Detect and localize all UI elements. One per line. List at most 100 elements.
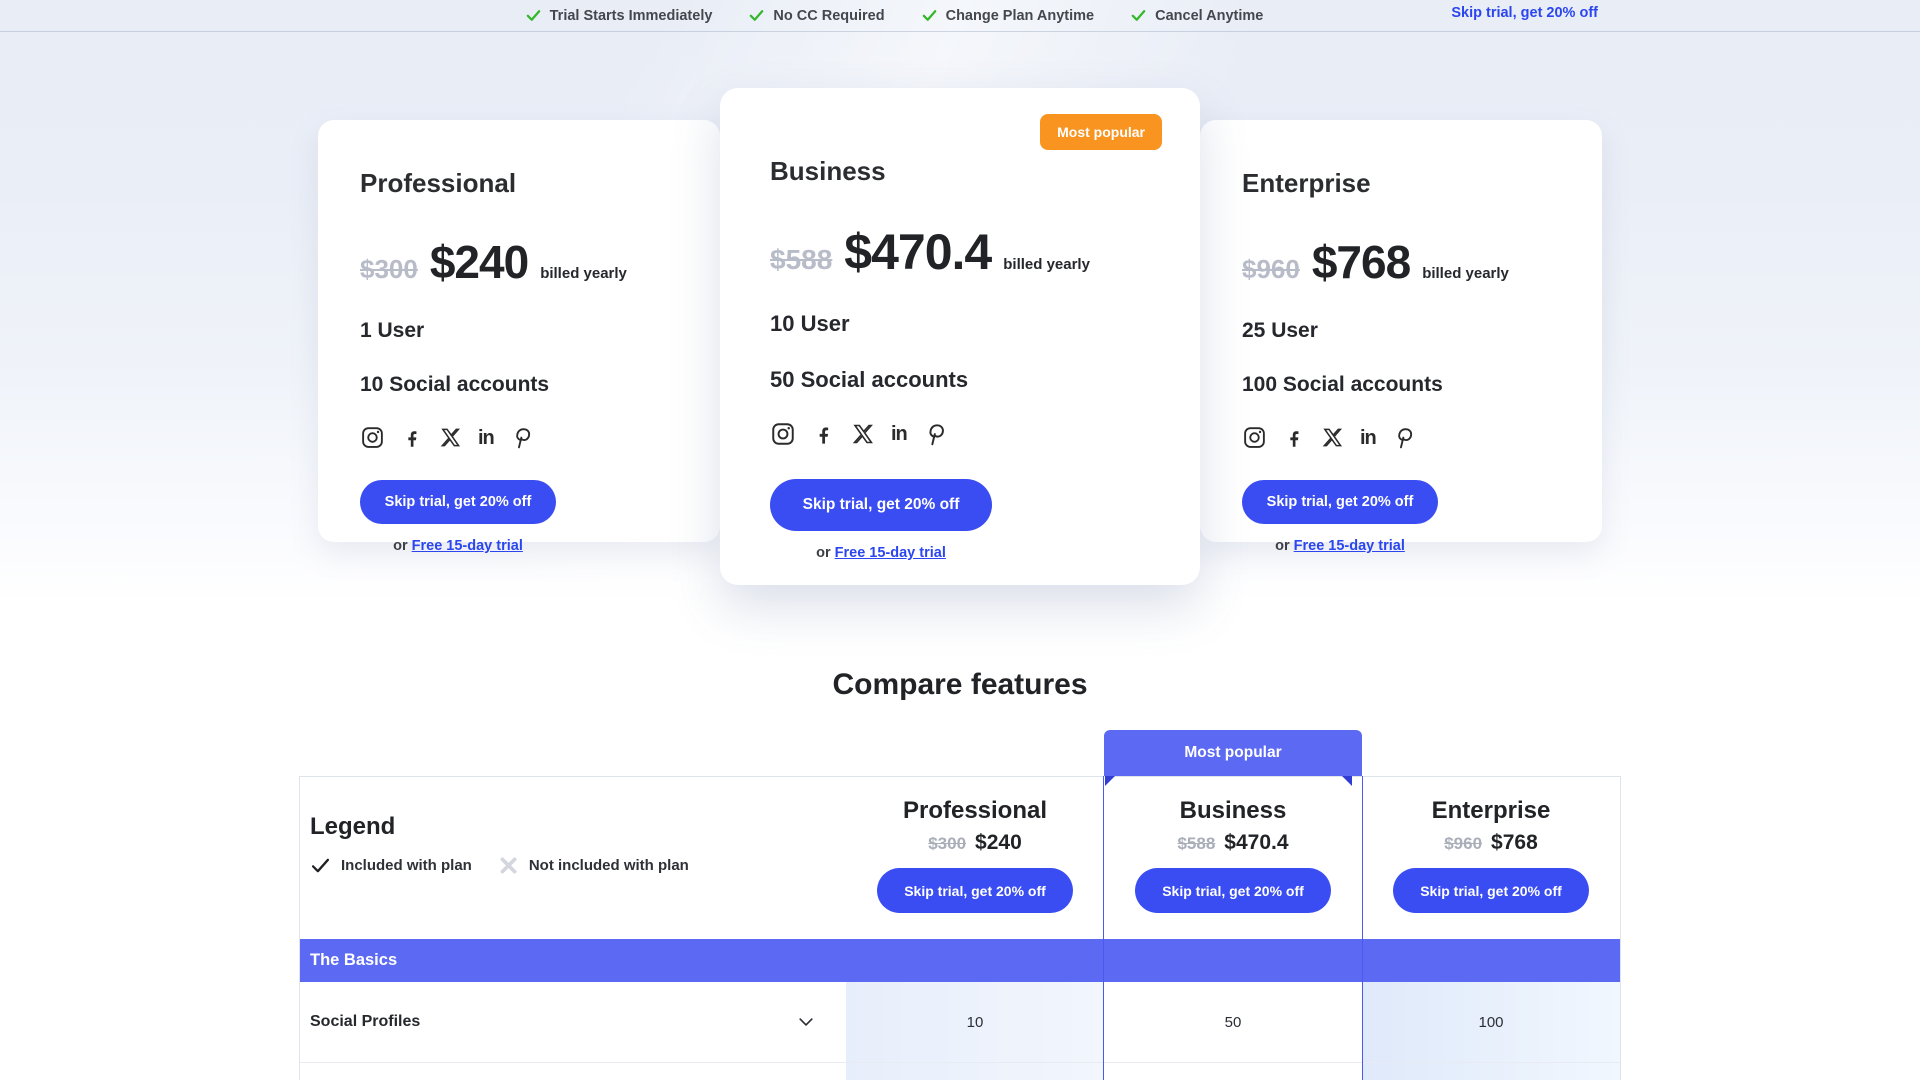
value-cell: 10 xyxy=(846,982,1104,1063)
check-icon xyxy=(1130,7,1147,24)
hero-section: Trial Starts Immediately No CC Required … xyxy=(0,0,1920,605)
plan-users: 25 User xyxy=(1242,319,1568,343)
plan-card-professional: Professional $300 $240 billed yearly 1 U… xyxy=(318,120,720,542)
column-name: Business xyxy=(1180,797,1287,825)
column-old-price: $960 xyxy=(1444,834,1482,854)
pinterest-icon xyxy=(510,425,535,450)
skip-trial-button[interactable]: Skip trial, get 20% off xyxy=(877,868,1073,913)
plan-cards: Professional $300 $240 billed yearly 1 U… xyxy=(318,88,1602,585)
column-header-business: Business $588 $470.4 Skip trial, get 20%… xyxy=(1104,777,1362,939)
value-cell: Unlimited xyxy=(846,1063,1104,1080)
feature-row-social-profiles[interactable]: Social Profiles xyxy=(300,982,846,1063)
column-old-price: $588 xyxy=(1177,834,1215,854)
section-header-the-basics: The Basics xyxy=(300,939,1620,982)
tab-fold-left xyxy=(1105,776,1115,786)
price: $470.4 xyxy=(844,223,991,281)
compare-table: Most popular Legend Included with plan N… xyxy=(299,776,1621,1080)
price: $240 xyxy=(430,235,528,289)
top-benefits-bar: Trial Starts Immediately No CC Required … xyxy=(0,0,1920,31)
legend-included-label: Included with plan xyxy=(341,857,472,874)
linkedin-icon: in xyxy=(891,424,907,444)
benefit-list: Trial Starts Immediately No CC Required … xyxy=(525,7,1264,24)
value-cell: Unlimited xyxy=(1104,1063,1362,1080)
skip-trial-button[interactable]: Skip trial, get 20% off xyxy=(360,480,556,524)
legend: Legend Included with plan Not included w… xyxy=(300,777,846,939)
billing-period: billed yearly xyxy=(540,265,627,282)
plan-accounts: 100 Social accounts xyxy=(1242,373,1568,397)
chevron-down-icon[interactable] xyxy=(796,1012,816,1032)
benefit-label: Trial Starts Immediately xyxy=(550,8,713,24)
linkedin-icon: in xyxy=(1360,428,1376,448)
facebook-icon xyxy=(812,423,835,446)
billing-period: billed yearly xyxy=(1003,256,1090,273)
x-icon xyxy=(851,422,875,446)
facebook-icon xyxy=(401,427,423,449)
linkedin-icon: in xyxy=(478,428,494,448)
column-old-price: $300 xyxy=(928,834,966,854)
legend-title: Legend xyxy=(310,813,395,841)
plan-name: Business xyxy=(770,156,1154,187)
tab-fold-right xyxy=(1342,776,1352,786)
skip-trial-header-link[interactable]: Skip trial, get 20% off xyxy=(1451,5,1598,21)
legend-not-included: Not included with plan xyxy=(498,855,689,876)
plan-accounts: 50 Social accounts xyxy=(770,367,1154,393)
x-icon xyxy=(1321,426,1344,449)
column-header-enterprise: Enterprise $960 $768 Skip trial, get 20%… xyxy=(1362,777,1620,939)
check-icon xyxy=(921,7,938,24)
benefit-label: Change Plan Anytime xyxy=(946,8,1095,24)
or-label: or xyxy=(393,538,408,554)
benefit-label: Cancel Anytime xyxy=(1155,8,1263,24)
check-icon xyxy=(748,7,765,24)
column-price: $470.4 xyxy=(1224,831,1288,855)
old-price: $588 xyxy=(770,244,832,276)
plan-accounts: 10 Social accounts xyxy=(360,373,686,397)
column-header-professional: Professional $300 $240 Skip trial, get 2… xyxy=(846,777,1104,939)
column-price: $240 xyxy=(975,831,1022,855)
old-price: $960 xyxy=(1242,254,1300,285)
benefit-item: Trial Starts Immediately xyxy=(525,7,713,24)
or-label: or xyxy=(1275,538,1290,554)
value-cell: 100 xyxy=(1362,982,1620,1063)
check-icon xyxy=(310,855,331,876)
benefit-item: Change Plan Anytime xyxy=(921,7,1095,24)
instagram-icon xyxy=(770,421,796,447)
value-cell: Unlimited xyxy=(1362,1063,1620,1080)
free-trial-link[interactable]: Free 15-day trial xyxy=(835,545,946,561)
most-popular-tab: Most popular xyxy=(1104,730,1362,776)
instagram-icon xyxy=(360,425,385,450)
social-icons-row: in xyxy=(360,425,686,450)
price: $768 xyxy=(1312,235,1410,289)
compare-features-title: Compare features xyxy=(0,668,1920,702)
legend-included: Included with plan xyxy=(310,855,472,876)
billing-period: billed yearly xyxy=(1422,265,1509,282)
plan-card-enterprise: Enterprise $960 $768 billed yearly 25 Us… xyxy=(1200,120,1602,542)
social-icons-row: in xyxy=(1242,425,1568,450)
plan-card-business: Most popular Business $588 $470.4 billed… xyxy=(720,88,1200,585)
plan-name: Enterprise xyxy=(1242,168,1568,199)
skip-trial-button[interactable]: Skip trial, get 20% off xyxy=(1393,868,1589,913)
skip-trial-button[interactable]: Skip trial, get 20% off xyxy=(770,479,992,531)
plan-name: Professional xyxy=(360,168,686,199)
feature-label: Social Profiles xyxy=(310,1013,420,1031)
legend-not-included-label: Not included with plan xyxy=(529,857,689,874)
cross-icon xyxy=(498,855,519,876)
or-label: or xyxy=(816,545,831,561)
column-name: Enterprise xyxy=(1432,797,1551,825)
skip-trial-button[interactable]: Skip trial, get 20% off xyxy=(1242,480,1438,524)
plan-users: 1 User xyxy=(360,319,686,343)
benefit-item: No CC Required xyxy=(748,7,884,24)
pinterest-icon xyxy=(923,421,949,447)
value-cell: 50 xyxy=(1104,982,1362,1063)
benefit-label: No CC Required xyxy=(773,8,884,24)
benefit-item: Cancel Anytime xyxy=(1130,7,1263,24)
skip-trial-button[interactable]: Skip trial, get 20% off xyxy=(1135,868,1331,913)
pinterest-icon xyxy=(1392,425,1417,450)
facebook-icon xyxy=(1283,427,1305,449)
free-trial-link[interactable]: Free 15-day trial xyxy=(412,538,523,554)
x-icon xyxy=(439,426,462,449)
feature-row-monthly-posting-limit[interactable]: Monthly Posting Limit xyxy=(300,1063,846,1080)
column-name: Professional xyxy=(903,797,1047,825)
free-trial-link[interactable]: Free 15-day trial xyxy=(1294,538,1405,554)
social-icons-row: in xyxy=(770,421,1154,447)
plan-users: 10 User xyxy=(770,311,1154,337)
